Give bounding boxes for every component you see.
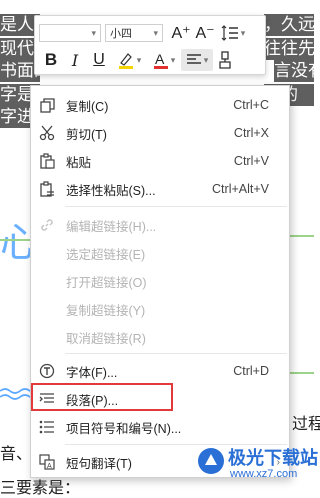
menu-item-select-hyperlink[interactable]: 选定超链接(E) bbox=[31, 239, 289, 267]
menu-item-font[interactable]: 字体(F)... Ctrl+D bbox=[31, 357, 289, 385]
chevron-down-icon: ▾ bbox=[203, 54, 209, 65]
menu-item-label: 复制超链接(Y) bbox=[66, 303, 146, 318]
divider-line bbox=[290, 235, 314, 237]
line-spacing-icon bbox=[221, 25, 238, 41]
paste-special-icon bbox=[38, 180, 56, 198]
chevron-down-icon: ▾ bbox=[170, 54, 176, 65]
menu-item-label: 选定超链接(E) bbox=[66, 247, 146, 262]
menu-item-label: 字体(F)... bbox=[66, 365, 118, 380]
watermark-title: 极光下载站 bbox=[228, 448, 318, 469]
menu-item-paragraph[interactable]: 段落(P)... bbox=[31, 385, 289, 413]
bullet-list-icon bbox=[38, 418, 56, 436]
shrink-font-button[interactable]: A⁻ bbox=[193, 22, 217, 44]
align-button[interactable]: ▾ bbox=[181, 49, 213, 71]
menu-item-edit-hyperlink[interactable]: 编辑超链接(H)... bbox=[31, 211, 289, 239]
chevron-down-icon: ▾ bbox=[136, 54, 142, 65]
menu-item-paste-special[interactable]: 选择性粘贴(S)... Ctrl+Alt+V bbox=[31, 175, 289, 203]
menu-item-shortcut: Ctrl+D bbox=[233, 364, 269, 378]
menu-item-label: 短句翻译(T) bbox=[66, 456, 132, 471]
highlight-color-button[interactable]: ▾ bbox=[111, 49, 147, 71]
menu-item-label: 取消超链接(R) bbox=[66, 331, 146, 346]
format-painter-button[interactable] bbox=[213, 49, 237, 71]
watermark-url: www.xz7.com bbox=[230, 468, 298, 480]
menu-item-shortcut: Ctrl+V bbox=[233, 154, 269, 168]
context-menu: 复制(C) Ctrl+C 剪切(T) Ctrl+X 粘贴 Ctrl+V 选择性粘… bbox=[30, 85, 290, 478]
chevron-down-icon: ▾ bbox=[240, 27, 246, 38]
menu-item-remove-hyperlink[interactable]: 取消超链接(R) bbox=[31, 323, 289, 351]
menu-item-open-hyperlink[interactable]: 打开超链接(O) bbox=[31, 267, 289, 295]
format-painter-icon bbox=[219, 51, 231, 69]
font-icon bbox=[38, 362, 56, 380]
svg-text:A: A bbox=[155, 51, 165, 67]
menu-separator bbox=[65, 206, 287, 207]
menu-item-shortcut: Ctrl+Alt+V bbox=[212, 182, 269, 196]
menu-item-shortcut: Ctrl+X bbox=[233, 126, 269, 140]
underline-button[interactable]: U bbox=[87, 49, 111, 71]
grow-font-button[interactable]: A⁺ bbox=[169, 22, 193, 44]
document-text: 音、 bbox=[0, 444, 33, 463]
menu-item-copy-hyperlink[interactable]: 复制超链接(Y) bbox=[31, 295, 289, 323]
italic-button[interactable]: I bbox=[63, 49, 87, 71]
divider-line bbox=[0, 239, 30, 241]
copy-icon bbox=[38, 96, 56, 114]
document-text: 过程 bbox=[292, 414, 320, 433]
scissors-icon bbox=[38, 124, 56, 142]
chevron-down-icon: ▾ bbox=[91, 27, 96, 38]
menu-item-label: 项目符号和编号(N)... bbox=[66, 421, 182, 436]
paste-icon bbox=[38, 152, 56, 170]
menu-item-cut[interactable]: 剪切(T) Ctrl+X bbox=[31, 119, 289, 147]
chevron-down-icon: ▾ bbox=[153, 27, 158, 38]
selected-text-fragment: 往往先 bbox=[264, 38, 314, 60]
menu-item-label: 段落(P)... bbox=[66, 393, 119, 408]
svg-text:A: A bbox=[47, 463, 52, 470]
menu-item-bullets-numbering[interactable]: 项目符号和编号(N)... bbox=[31, 413, 289, 441]
menu-item-shortcut: Ctrl+C bbox=[233, 98, 269, 112]
mini-format-toolbar: ▾ 小四 ▾ A⁺ A⁻ ▾ B I U ▾ A ▾ ▾ bbox=[34, 15, 266, 75]
menu-item-label: 选择性粘贴(S)... bbox=[66, 183, 156, 198]
highlighter-icon bbox=[118, 53, 133, 69]
link-icon bbox=[38, 216, 56, 234]
font-size-value: 小四 bbox=[110, 28, 132, 40]
font-name-select[interactable]: ▾ bbox=[39, 24, 101, 42]
selected-text-fragment: 言没有文 bbox=[274, 60, 314, 82]
watermark: 极光下载站 www.xz7.com bbox=[196, 440, 318, 492]
menu-item-label: 打开超链接(O) bbox=[66, 275, 147, 290]
translate-icon: A bbox=[38, 453, 56, 471]
menu-separator bbox=[65, 353, 287, 354]
divider-line bbox=[290, 372, 314, 374]
font-color-button[interactable]: A ▾ bbox=[147, 49, 181, 71]
menu-item-label: 编辑超链接(H)... bbox=[66, 219, 157, 234]
menu-item-copy[interactable]: 复制(C) Ctrl+C bbox=[31, 91, 289, 119]
menu-item-paste[interactable]: 粘贴 Ctrl+V bbox=[31, 147, 289, 175]
line-spacing-button[interactable]: ▾ bbox=[217, 22, 249, 44]
bold-button[interactable]: B bbox=[39, 49, 63, 71]
align-left-icon bbox=[186, 54, 201, 64]
font-color-icon: A bbox=[153, 51, 168, 69]
watermark-logo-icon bbox=[198, 448, 224, 474]
paragraph-icon bbox=[38, 390, 56, 408]
selected-text-fragment: ，久远 bbox=[264, 14, 314, 36]
menu-item-label: 剪切(T) bbox=[66, 127, 107, 142]
menu-item-label: 粘贴 bbox=[66, 155, 92, 170]
menu-item-label: 复制(C) bbox=[66, 99, 109, 114]
font-size-select[interactable]: 小四 ▾ bbox=[105, 24, 163, 42]
